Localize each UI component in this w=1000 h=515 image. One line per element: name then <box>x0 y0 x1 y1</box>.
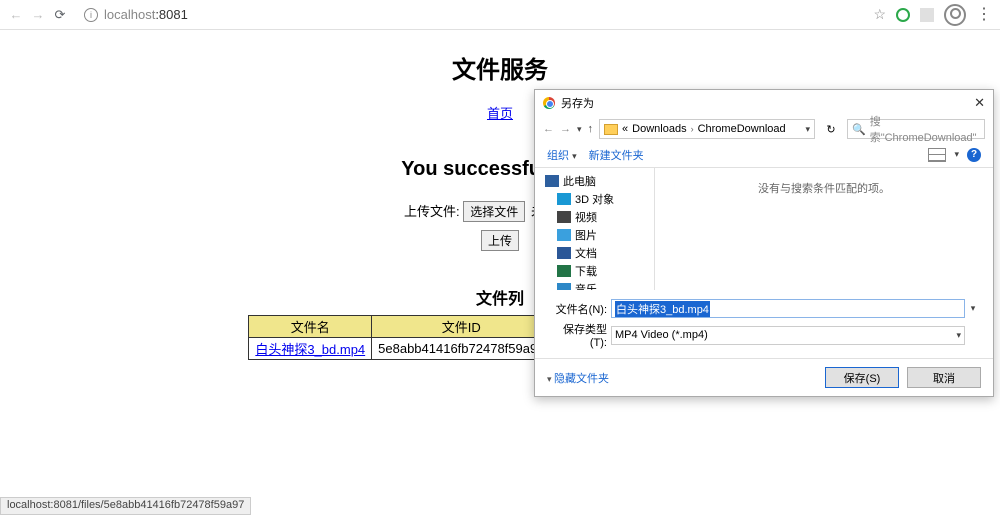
tree-pc[interactable]: 此电脑 <box>545 172 654 190</box>
filetype-select[interactable]: MP4 Video (*.mp4)▾ <box>611 326 965 345</box>
file-list-area: 没有与搜索条件匹配的项。 <box>655 168 993 290</box>
file-link[interactable]: 白头神探3_bd.mp4 <box>255 342 365 357</box>
forward-icon[interactable]: → <box>30 7 46 23</box>
tree-music[interactable]: 音乐 <box>545 280 654 290</box>
tree-pic[interactable]: 图片 <box>545 226 654 244</box>
tree-3d[interactable]: 3D 对象 <box>545 190 654 208</box>
tree-dl[interactable]: 下载 <box>545 262 654 280</box>
folder-search-input[interactable]: 🔍 搜索"ChromeDownload" <box>847 119 985 139</box>
new-folder-button[interactable]: 新建文件夹 <box>589 147 644 163</box>
dialog-buttons: 隐藏文件夹 保存(S) 取消 <box>535 358 993 396</box>
dialog-toolbar: 组织 ▾ 新建文件夹 ▾ ? <box>535 142 993 168</box>
cancel-button[interactable]: 取消 <box>907 367 981 388</box>
filename-input[interactable]: 白头神探3_bd.mp4 <box>611 299 965 318</box>
dialog-fields: 文件名(N): 白头神探3_bd.mp4 ▾ 保存类型(T): MP4 Vide… <box>535 290 993 358</box>
tree-doc[interactable]: 文档 <box>545 244 654 262</box>
upload-label: 上传文件: <box>404 204 460 219</box>
nav-fwd-icon[interactable]: → <box>560 123 571 135</box>
filename-dropdown-icon[interactable]: ▾ <box>965 303 981 314</box>
nav-back-icon[interactable]: ← <box>543 123 554 135</box>
hide-folders-link[interactable]: 隐藏文件夹 <box>547 370 609 386</box>
dialog-path-bar: ← → ▾ ↑ « Downloads › ChromeDownload ▾ ↻… <box>535 116 993 142</box>
choose-file-button[interactable]: 选择文件 <box>463 201 525 222</box>
help-icon[interactable]: ? <box>967 148 981 162</box>
page-title: 文件服务 <box>0 50 1000 85</box>
chrome-icon <box>543 97 555 109</box>
th-id: 文件ID <box>372 316 551 338</box>
empty-message: 没有与搜索条件匹配的项。 <box>758 180 890 196</box>
search-icon: 🔍 <box>852 123 866 136</box>
address-bar[interactable]: i localhost:8081 <box>74 7 867 22</box>
reload-icon[interactable]: ⟳ <box>52 7 68 23</box>
folder-tree: 此电脑 3D 对象 视频 图片 文档 下载 音乐 桌面 本地磁盘 (C:) 软件… <box>535 168 655 290</box>
bookmark-icon[interactable]: ☆ <box>873 6 886 23</box>
view-dropdown-icon[interactable]: ▾ <box>954 149 959 160</box>
refresh-icon[interactable]: ↻ <box>821 123 841 136</box>
upload-button[interactable]: 上传 <box>481 230 519 251</box>
home-link[interactable]: 首页 <box>487 106 513 121</box>
extension-icon[interactable] <box>896 8 910 22</box>
site-info-icon[interactable]: i <box>84 8 98 22</box>
tree-video[interactable]: 视频 <box>545 208 654 226</box>
th-name: 文件名 <box>249 316 372 338</box>
filename-label: 文件名(N): <box>547 301 607 317</box>
save-button[interactable]: 保存(S) <box>825 367 899 388</box>
status-bar: localhost:8081/files/5e8abb41416fb72478f… <box>0 497 251 515</box>
filetype-label: 保存类型(T): <box>547 321 607 349</box>
extension2-icon[interactable] <box>920 8 934 22</box>
menu-icon[interactable]: ⋮ <box>976 13 992 17</box>
folder-icon <box>604 124 618 135</box>
profile-icon[interactable] <box>944 4 966 26</box>
nav-history-icon[interactable]: ▾ <box>577 124 582 135</box>
view-mode-icon[interactable] <box>928 148 946 162</box>
browser-toolbar: ← → ⟳ i localhost:8081 ☆ ⋮ <box>0 0 1000 30</box>
dialog-title: 另存为 <box>561 95 594 111</box>
close-icon[interactable]: ✕ <box>974 95 985 111</box>
cell-id: 5e8abb41416fb72478f59a97 <box>372 338 551 360</box>
save-dialog: 另存为 ✕ ← → ▾ ↑ « Downloads › ChromeDownlo… <box>534 89 994 397</box>
nav-up-icon[interactable]: ↑ <box>588 123 594 135</box>
back-icon[interactable]: ← <box>8 7 24 23</box>
organize-menu[interactable]: 组织 ▾ <box>547 147 577 163</box>
breadcrumb[interactable]: « Downloads › ChromeDownload ▾ <box>599 119 815 139</box>
